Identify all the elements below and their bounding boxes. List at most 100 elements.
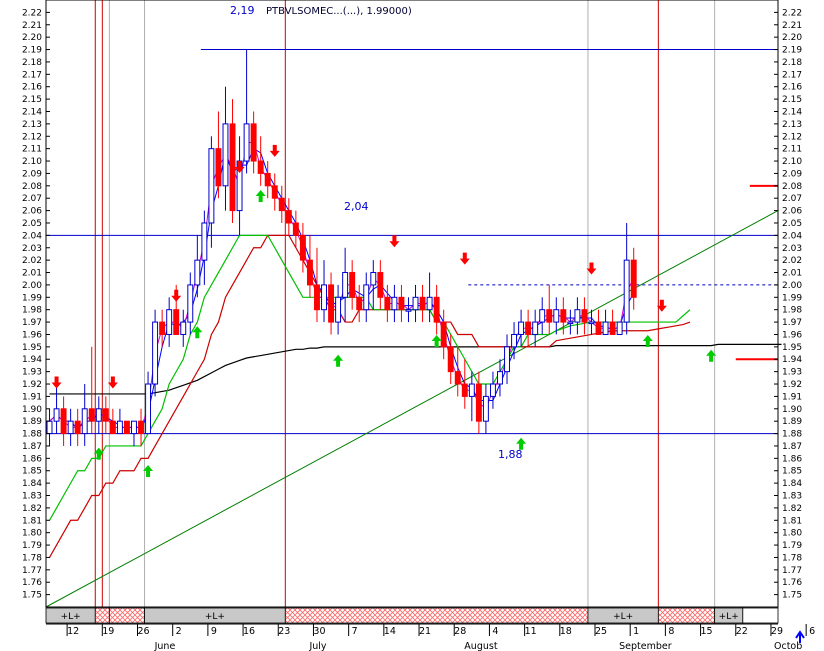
chart-background [0, 0, 824, 651]
x-tick-label: 30 [313, 626, 325, 637]
y-tick-label-right: 1.88 [782, 430, 802, 440]
y-tick-label-left: 2.12 [22, 132, 42, 142]
x-tick-label: 22 [736, 626, 748, 637]
candle-body [489, 383, 496, 397]
candle-body [271, 185, 278, 199]
y-tick-label-right: 2.17 [782, 70, 802, 80]
candle-body [328, 284, 335, 323]
strip-segment [284, 607, 589, 624]
y-tick-label-left: 1.78 [22, 553, 42, 563]
y-tick-label-left: 1.92 [22, 380, 42, 390]
x-tick-label: 2 [176, 626, 182, 637]
candle-body [440, 321, 447, 348]
candle-body [116, 420, 123, 435]
candle-body [257, 160, 264, 174]
month-label: September [619, 641, 672, 651]
y-tick-label-right: 1.90 [782, 405, 802, 415]
y-tick-label-left: 2.00 [22, 281, 42, 291]
y-tick-label-right: 2.13 [782, 120, 802, 130]
candle-body [391, 296, 398, 311]
y-tick-label-right: 1.97 [782, 318, 802, 328]
candle-body [581, 309, 588, 323]
y-tick-label-right: 1.86 [782, 454, 802, 464]
y-tick-label-left: 1.86 [22, 454, 42, 464]
x-tick-label: 19 [102, 626, 114, 637]
candle-body [243, 123, 250, 162]
x-tick-label: 29 [771, 626, 783, 637]
candle-body [567, 321, 574, 325]
y-tick-label-left: 1.98 [22, 306, 42, 316]
candle-body [123, 420, 130, 435]
y-tick-label-left: 1.81 [22, 516, 42, 526]
candle-body [264, 172, 271, 187]
strip-segment [657, 607, 716, 624]
y-tick-label-right: 2.19 [782, 46, 802, 56]
y-tick-label-left: 1.99 [22, 293, 42, 303]
candle-body [321, 284, 327, 311]
y-tick-label-left: 2.14 [22, 107, 42, 117]
candle-body [616, 321, 623, 335]
candle-body [384, 296, 391, 311]
candle-body [278, 197, 285, 212]
candle-body [292, 222, 299, 236]
candle-body [532, 321, 539, 335]
y-tick-label-right: 2.15 [782, 95, 802, 105]
candle-body [342, 272, 349, 298]
y-tick-label-left: 1.93 [22, 368, 42, 378]
candle-body [574, 309, 581, 323]
y-tick-label-left: 2.21 [22, 21, 42, 31]
y-tick-label-left: 2.05 [22, 219, 42, 229]
y-tick-label-left: 1.76 [22, 578, 42, 588]
candle-body [194, 259, 201, 286]
candle-body [145, 383, 152, 435]
candle-body [102, 408, 109, 422]
y-tick-label-right: 1.85 [782, 467, 802, 477]
x-tick-label: 25 [595, 626, 607, 637]
y-tick-label-right: 2.09 [782, 169, 802, 179]
y-tick-label-right: 1.92 [782, 380, 802, 390]
annotation-low: 1,88 [498, 448, 523, 461]
candle-body [405, 309, 412, 312]
y-tick-label-right: 2.05 [782, 219, 802, 229]
candle-body [67, 420, 74, 435]
y-tick-label-left: 2.17 [22, 70, 42, 80]
y-tick-label-right: 1.84 [782, 479, 802, 489]
candle-body [377, 272, 384, 298]
candle-body [356, 296, 363, 311]
y-tick-label-left: 1.94 [22, 355, 42, 365]
x-tick-label: 16 [243, 626, 255, 637]
y-tick-label-left: 2.22 [22, 8, 42, 18]
candle-body [131, 420, 137, 435]
candle-body [539, 309, 546, 323]
y-tick-label-left: 2.06 [22, 207, 42, 217]
y-tick-label-right: 1.80 [782, 529, 802, 539]
y-tick-label-right: 2.04 [782, 231, 802, 241]
x-tick-label: 1 [633, 626, 639, 637]
x-tick-label: 21 [419, 626, 431, 637]
y-tick-label-right: 2.11 [782, 145, 802, 155]
y-tick-label-left: 2.02 [22, 256, 42, 266]
x-tick-label: 9 [211, 626, 217, 637]
y-tick-label-right: 1.89 [782, 417, 802, 427]
month-label: Octob [774, 641, 802, 651]
strip-segment [108, 607, 145, 624]
y-tick-label-left: 1.89 [22, 417, 42, 427]
y-tick-label-left: 2.16 [22, 83, 42, 93]
candle-body [159, 321, 166, 335]
candle-body [299, 234, 306, 261]
candle-body [588, 321, 595, 325]
strip-label: +L+ [719, 612, 739, 622]
y-tick-label-right: 1.93 [782, 368, 802, 378]
x-tick-label: 7 [352, 626, 358, 637]
x-tick-label: 6 [809, 626, 815, 637]
candle-body [46, 420, 53, 435]
candle-body [475, 383, 482, 422]
y-tick-label-left: 1.87 [22, 442, 42, 452]
y-tick-label-left: 2.08 [22, 182, 42, 192]
x-tick-label: 11 [525, 626, 537, 637]
y-tick-label-left: 1.91 [22, 392, 42, 402]
month-label: June [154, 641, 176, 651]
y-tick-label-right: 1.77 [782, 566, 802, 576]
y-tick-label-right: 2.07 [782, 194, 802, 204]
candle-body [229, 123, 236, 212]
